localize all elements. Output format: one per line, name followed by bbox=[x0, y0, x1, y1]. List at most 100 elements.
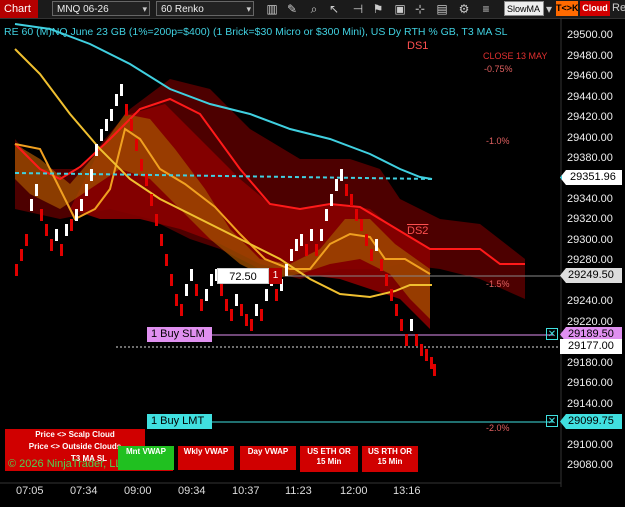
renko-brick bbox=[195, 284, 198, 296]
time-tick: 12:00 bbox=[340, 485, 368, 497]
renko-brick bbox=[130, 119, 133, 131]
price-tick: 29440.00 bbox=[567, 91, 613, 103]
renko-brick bbox=[350, 194, 353, 206]
renko-brick bbox=[345, 184, 348, 196]
close-label: CLOSE 13 MAY bbox=[483, 51, 548, 61]
flag-icon[interactable]: ⚑ bbox=[370, 1, 386, 17]
instrument-label: MNQ 06-26 bbox=[57, 4, 109, 15]
chevron-down-icon[interactable]: ▾ bbox=[543, 1, 555, 17]
price-tick: 29400.00 bbox=[567, 132, 613, 144]
price-tick: 29420.00 bbox=[567, 111, 613, 123]
buy-lmt-order[interactable]: 1 Buy LMT bbox=[147, 414, 212, 429]
price-tick: 29180.00 bbox=[567, 357, 613, 369]
renko-brick bbox=[135, 139, 138, 151]
renko-brick bbox=[170, 274, 173, 286]
renko-brick bbox=[245, 314, 248, 326]
renko-brick bbox=[75, 209, 78, 221]
renko-brick bbox=[85, 184, 88, 196]
close-icon[interactable]: ✕ bbox=[546, 415, 558, 427]
renko-brick bbox=[50, 239, 53, 251]
indicators-icon[interactable]: ▤ bbox=[434, 1, 450, 17]
renko-brick bbox=[250, 319, 253, 331]
close-icon[interactable]: ✕ bbox=[546, 328, 558, 340]
bar-chart-icon[interactable]: ▥ bbox=[264, 1, 280, 17]
price-tick: 29480.00 bbox=[567, 50, 613, 62]
renko-brick bbox=[300, 234, 303, 246]
draw-tool-icon[interactable]: ✎ bbox=[284, 1, 300, 17]
indicator-select-label: SlowMA bbox=[507, 4, 541, 14]
us-eth-or-button[interactable]: US ETH OR 15 Min bbox=[300, 446, 358, 472]
time-tick: 07:05 bbox=[16, 485, 44, 497]
renko-brick bbox=[205, 289, 208, 301]
renko-brick bbox=[120, 84, 123, 96]
ratio-tag[interactable]: 1 bbox=[269, 268, 282, 284]
mnt-vwap-button[interactable]: Mnt VWAP bbox=[118, 446, 174, 470]
pointer-icon[interactable]: ↖ bbox=[326, 1, 342, 17]
crosshair-icon[interactable]: ⊹ bbox=[412, 1, 428, 17]
tck-button[interactable]: T<>K bbox=[556, 1, 579, 16]
renko-brick bbox=[190, 269, 193, 281]
day-vwap-button[interactable]: Day VWAP bbox=[240, 446, 296, 470]
renko-brick bbox=[15, 264, 18, 276]
chart-title: RE 60 (M)NQ June 23 GB (1%=200p=$400) (1… bbox=[4, 26, 508, 38]
renko-brick bbox=[240, 304, 243, 316]
renko-brick bbox=[65, 224, 68, 236]
pct-label: -0.75% bbox=[484, 64, 513, 74]
chart-tab[interactable]: Chart bbox=[0, 0, 38, 18]
ratio-box[interactable]: 72.50 bbox=[217, 268, 269, 284]
crosshair-marker: 29177.00 bbox=[560, 339, 622, 354]
renko-brick bbox=[55, 229, 58, 241]
instrument-selector[interactable]: MNQ 06-26 ▾ bbox=[52, 1, 150, 16]
renko-brick bbox=[90, 169, 93, 181]
renko-brick bbox=[433, 364, 436, 376]
ds1-label: DS1 bbox=[407, 40, 429, 52]
renko-brick bbox=[110, 109, 113, 121]
renko-brick bbox=[320, 229, 323, 241]
renko-brick bbox=[285, 264, 288, 276]
renko-brick bbox=[80, 199, 83, 211]
renko-brick bbox=[410, 319, 413, 331]
renko-brick bbox=[360, 219, 363, 231]
renko-brick bbox=[385, 274, 388, 286]
renko-brick bbox=[70, 219, 73, 231]
re-button[interactable]: Re bbox=[612, 1, 625, 16]
renko-brick bbox=[340, 169, 343, 181]
price-tick: 29340.00 bbox=[567, 193, 613, 205]
price-tick: 29220.00 bbox=[567, 316, 613, 328]
us-rth-or-button[interactable]: US RTH OR 15 Min bbox=[362, 446, 418, 472]
renko-brick bbox=[165, 254, 168, 266]
renko-brick bbox=[305, 244, 308, 256]
chevron-down-icon: ▾ bbox=[246, 4, 251, 14]
renko-brick bbox=[125, 104, 128, 116]
cyan-ma-marker: 29351.96 bbox=[560, 170, 622, 185]
time-tick: 13:16 bbox=[393, 485, 421, 497]
scalp-cloud-button[interactable]: Price <> Scalp Cloud bbox=[5, 429, 145, 441]
renko-brick bbox=[330, 194, 333, 206]
indicator-select[interactable]: SlowMA bbox=[504, 1, 544, 16]
zoom-icon[interactable]: ⌕ bbox=[306, 1, 322, 17]
price-tick: 29380.00 bbox=[567, 152, 613, 164]
properties-icon[interactable]: ≡ bbox=[478, 1, 494, 17]
wkly-vwap-button[interactable]: Wkly VWAP bbox=[178, 446, 234, 470]
renko-brick bbox=[140, 159, 143, 171]
data-box-icon[interactable]: ▣ bbox=[392, 1, 408, 17]
renko-brick bbox=[210, 274, 213, 286]
price-tick: 29500.00 bbox=[567, 29, 613, 41]
buy-slm-order[interactable]: 1 Buy SLM bbox=[147, 327, 212, 342]
price-tick: 29300.00 bbox=[567, 234, 613, 246]
renko-brick bbox=[260, 309, 263, 321]
renko-brick bbox=[155, 214, 158, 226]
renko-brick bbox=[405, 334, 408, 346]
copyright: © 2026 NinjaTrader, LLC bbox=[8, 458, 130, 470]
renko-brick bbox=[415, 334, 418, 346]
cloud-button[interactable]: Cloud bbox=[580, 1, 610, 16]
strategies-icon[interactable]: ⚙ bbox=[456, 1, 472, 17]
time-tick: 09:34 bbox=[178, 485, 206, 497]
renko-brick bbox=[295, 239, 298, 251]
renko-brick bbox=[25, 234, 28, 246]
renko-brick bbox=[265, 289, 268, 301]
renko-brick bbox=[310, 229, 313, 241]
renko-brick bbox=[325, 209, 328, 221]
snap-icon[interactable]: ⊣ bbox=[350, 1, 366, 17]
interval-selector[interactable]: 60 Renko ▾ bbox=[156, 1, 254, 16]
